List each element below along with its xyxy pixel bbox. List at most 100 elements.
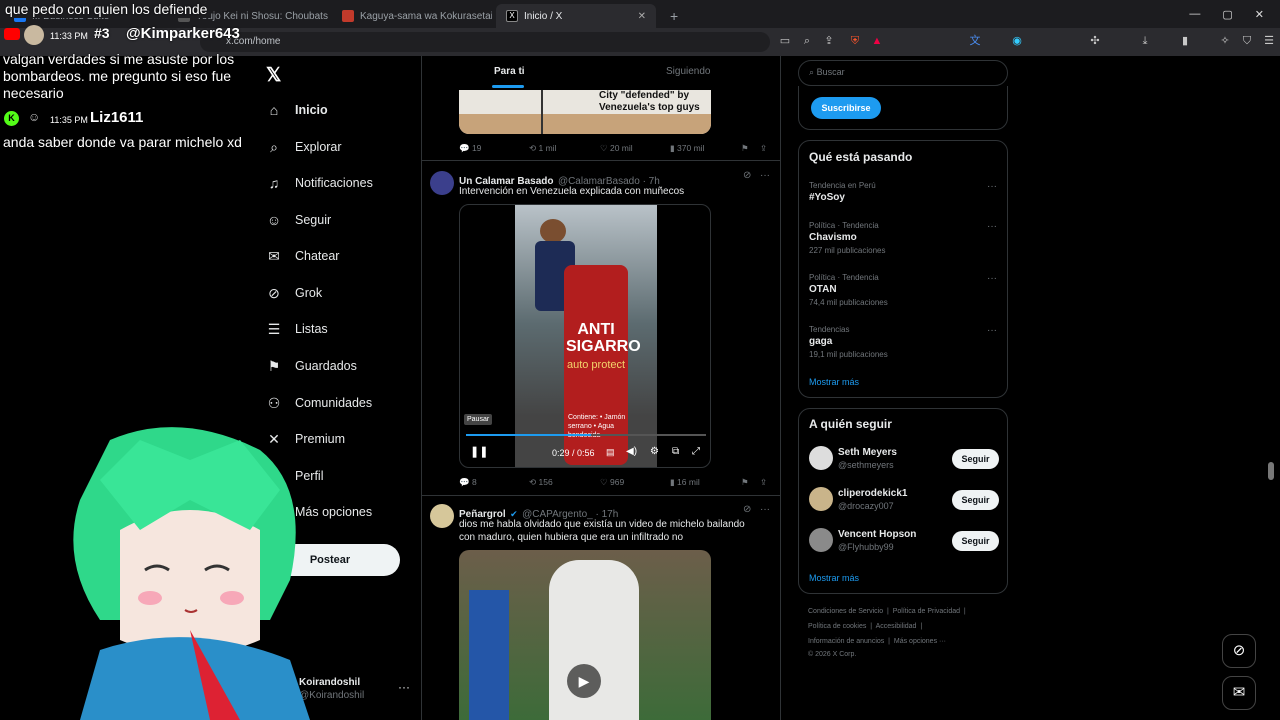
sidebar-item-seguir[interactable]: ☺ Seguir [266, 212, 331, 228]
follow-name[interactable]: Vencent Hopson [838, 529, 916, 540]
trend-item[interactable]: Política · Tendencia OTAN 74,4 mil publica… [799, 273, 1007, 317]
browser-tab-active[interactable]: X Inicio / X ✕ [496, 4, 656, 28]
tab-for-you[interactable]: Para ti [494, 66, 525, 77]
close-window-icon[interactable]: ✕ [1255, 8, 1264, 21]
sidebar-item-explorar[interactable]: ⌕ Explorar [266, 139, 341, 155]
search-input[interactable]: ⌕ Buscar [798, 60, 1008, 86]
sidebar-item-notificaciones[interactable]: ♫ Notificaciones [266, 175, 373, 191]
avatar[interactable] [430, 504, 454, 528]
sidebar-item-label: Listas [295, 322, 328, 336]
more-icon[interactable]: ··· [987, 325, 997, 336]
translate-icon[interactable]: 文 [968, 34, 982, 48]
sidebar-item-listas[interactable]: ☰ Listas [266, 321, 328, 337]
subscribe-button[interactable]: Suscribirse [811, 97, 881, 119]
show-more-follow[interactable]: Mostrar más [809, 573, 859, 583]
sidebar-item-label: Chatear [295, 249, 340, 263]
settings-icon[interactable]: ⚙ [650, 446, 659, 457]
more-icon[interactable]: ··· [987, 221, 997, 232]
bell-icon: ♫ [268, 175, 280, 191]
photo-divider [541, 90, 543, 134]
scrollbar-thumb[interactable] [1268, 462, 1274, 480]
share-icon[interactable]: ⇪ [822, 34, 836, 48]
avatar[interactable] [809, 528, 833, 552]
more-icon[interactable]: ··· [987, 181, 997, 192]
follow-button[interactable]: Seguir [952, 490, 999, 510]
mail-icon: ✉ [268, 248, 280, 264]
download-icon[interactable]: ⤓ [1138, 34, 1152, 48]
new-tab-button[interactable]: + [660, 4, 680, 28]
sidebar-item-grok[interactable]: ⊘ Grok [266, 285, 322, 301]
like-count[interactable]: ♡ 20 mil [600, 143, 633, 154]
reply-count[interactable]: 💬 8 [459, 477, 477, 488]
extension-icon[interactable]: ◉ [1010, 34, 1024, 48]
trend-meta: Tendencia en Perú [809, 181, 876, 190]
play-icon[interactable]: ▶ [567, 664, 601, 698]
show-more-trends[interactable]: Mostrar más [809, 377, 859, 387]
premium-panel: Suscribirse [798, 86, 1008, 130]
rewards-icon[interactable]: ▲ [870, 34, 884, 48]
grok-floating-icon[interactable]: ⊘ [1222, 634, 1256, 668]
grok-icon[interactable]: ⊘ [743, 504, 751, 515]
like-count[interactable]: ♡ 969 [600, 477, 624, 488]
avatar[interactable] [809, 446, 833, 470]
captions-icon[interactable]: ▤ [606, 447, 615, 458]
sidebar-toggle-icon[interactable]: ▮ [1178, 34, 1192, 48]
share-icon[interactable]: ⇪ [760, 143, 767, 154]
video-player[interactable]: ANTI SIGARRO auto protect Contiene: • Ja… [459, 204, 711, 468]
extensions-icon[interactable]: ✣ [1088, 34, 1102, 48]
bookmark-icon[interactable]: ⚑ [741, 143, 749, 154]
volume-icon[interactable]: ◀) [626, 446, 637, 457]
brave-shield-icon[interactable]: ⛨ [848, 34, 862, 48]
trend-item[interactable]: Tendencias gaga 19,1 mil publicaciones ··· [799, 325, 1007, 369]
x-logo-icon[interactable]: 𝕏 [266, 64, 281, 87]
grok-icon[interactable]: ⊘ [743, 170, 751, 181]
minimize-icon[interactable]: — [1189, 8, 1200, 20]
sidebar-item-guardados[interactable]: ⚑ Guardados [266, 358, 357, 374]
follow-name[interactable]: Seth Meyers [838, 447, 897, 458]
trend-item[interactable]: Tendencia en Perú #YoSoy ··· [799, 181, 1007, 225]
more-icon[interactable]: ··· [987, 273, 997, 284]
pip-icon[interactable]: ⧉ [672, 446, 679, 457]
fullscreen-icon[interactable]: ⤢ [692, 446, 700, 457]
stream-chat-overlay: que pedo con quien los defiende 11:33 PM… [0, 0, 256, 180]
grok-icon: ⊘ [268, 285, 280, 301]
close-tab-icon[interactable]: ✕ [638, 11, 646, 22]
repost-count[interactable]: ⟲ 1 mil [529, 143, 556, 154]
home-icon: ⌂ [269, 102, 279, 118]
more-icon[interactable]: ··· [760, 170, 770, 181]
menu-icon[interactable]: ☰ [1262, 34, 1276, 48]
cast-icon[interactable]: ▭ [778, 34, 792, 48]
avatar[interactable] [430, 171, 454, 195]
follow-button[interactable]: Seguir [952, 449, 999, 469]
bookmark-icon[interactable]: ⚑ [741, 477, 749, 488]
active-tab-indicator [492, 85, 524, 88]
follow-name[interactable]: cliperodekick1 [838, 488, 907, 499]
tab-following[interactable]: Siguiendo [666, 66, 710, 77]
follow-button[interactable]: Seguir [952, 531, 999, 551]
sidebar-item-comunidades[interactable]: ⚇ Comunidades [266, 395, 372, 411]
pause-icon[interactable]: ❚❚ [470, 445, 488, 458]
vpn-icon[interactable]: ⛉ [1240, 34, 1254, 48]
trend-item[interactable]: Política · Tendencia Chavismo 227 mil publ… [799, 221, 1007, 265]
avatar[interactable] [809, 487, 833, 511]
tweet-media[interactable]: City "defended" by Venezuela's top guys [459, 90, 711, 134]
tweet-video-thumbnail[interactable]: ▶ [459, 550, 711, 720]
follow-handle: @Flyhubby99 [838, 542, 894, 552]
maximize-icon[interactable]: ▢ [1222, 8, 1232, 21]
share-icon[interactable]: ⇪ [760, 477, 767, 488]
zoom-icon[interactable]: ⌕ [800, 34, 814, 48]
more-icon[interactable]: ··· [760, 504, 770, 515]
address-bar[interactable]: x.com/home [200, 32, 770, 52]
view-count[interactable]: ▮ 370 mil [670, 143, 704, 154]
reply-count[interactable]: 💬 19 [459, 143, 481, 154]
browser-tab-3[interactable]: Kaguya-sama wa Kokurasetai: Otona... [332, 4, 492, 28]
ai-icon[interactable]: ✧ [1218, 34, 1232, 48]
more-icon[interactable]: ··· [398, 680, 410, 694]
communities-icon: ⚇ [267, 395, 281, 411]
sidebar-item-inicio[interactable]: ⌂ Inicio [266, 102, 328, 118]
chat-rank-badge: #3 [94, 25, 110, 41]
view-count[interactable]: ▮ 16 mil [670, 477, 700, 488]
messages-floating-icon[interactable]: ✉ [1222, 676, 1256, 710]
sidebar-item-chatear[interactable]: ✉ Chatear [266, 248, 339, 264]
repost-count[interactable]: ⟲ 156 [529, 477, 553, 488]
